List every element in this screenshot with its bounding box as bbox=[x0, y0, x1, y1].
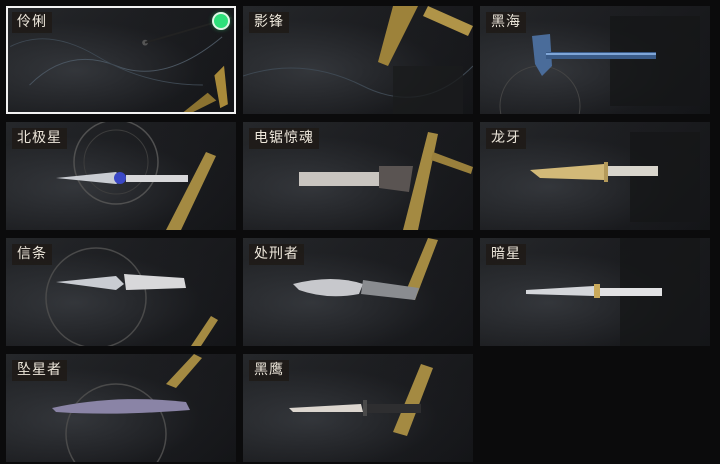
knife-name-label: 伶俐 bbox=[12, 12, 52, 33]
knife-card-11[interactable]: 黑鹰 bbox=[243, 354, 473, 462]
knife-name-label: 电锯惊魂 bbox=[249, 128, 319, 149]
knife-name-label: 北极星 bbox=[12, 128, 67, 149]
knife-name-label: 暗星 bbox=[486, 244, 526, 265]
equipped-indicator-icon bbox=[214, 14, 228, 28]
knife-name-label: 龙牙 bbox=[486, 128, 526, 149]
knife-card-2[interactable]: 影锋 bbox=[243, 6, 473, 114]
knife-card-8[interactable]: 处刑者 bbox=[243, 238, 473, 346]
knife-card-9[interactable]: 暗星 bbox=[480, 238, 710, 346]
knife-card-4[interactable]: 北极星 bbox=[6, 122, 236, 230]
knife-name-label: 坠星者 bbox=[12, 360, 67, 381]
knife-name-label: 处刑者 bbox=[249, 244, 304, 265]
knife-card-7[interactable]: 信条 bbox=[6, 238, 236, 346]
knife-name-label: 信条 bbox=[12, 244, 52, 265]
knife-card-1[interactable]: 伶俐 bbox=[6, 6, 236, 114]
knife-card-3[interactable]: 黑海 bbox=[480, 6, 710, 114]
knife-name-label: 影锋 bbox=[249, 12, 289, 33]
knife-name-label: 黑海 bbox=[486, 12, 526, 33]
knife-card-5[interactable]: 电锯惊魂 bbox=[243, 122, 473, 230]
knife-card-6[interactable]: 龙牙 bbox=[480, 122, 710, 230]
knife-name-label: 黑鹰 bbox=[249, 360, 289, 381]
knife-selection-grid: 伶俐 影锋 黑海 北极星 电锯惊魂 龙牙 信条 处刑者 暗星 坠星者 黑鹰 bbox=[0, 0, 720, 464]
knife-card-10[interactable]: 坠星者 bbox=[6, 354, 236, 462]
